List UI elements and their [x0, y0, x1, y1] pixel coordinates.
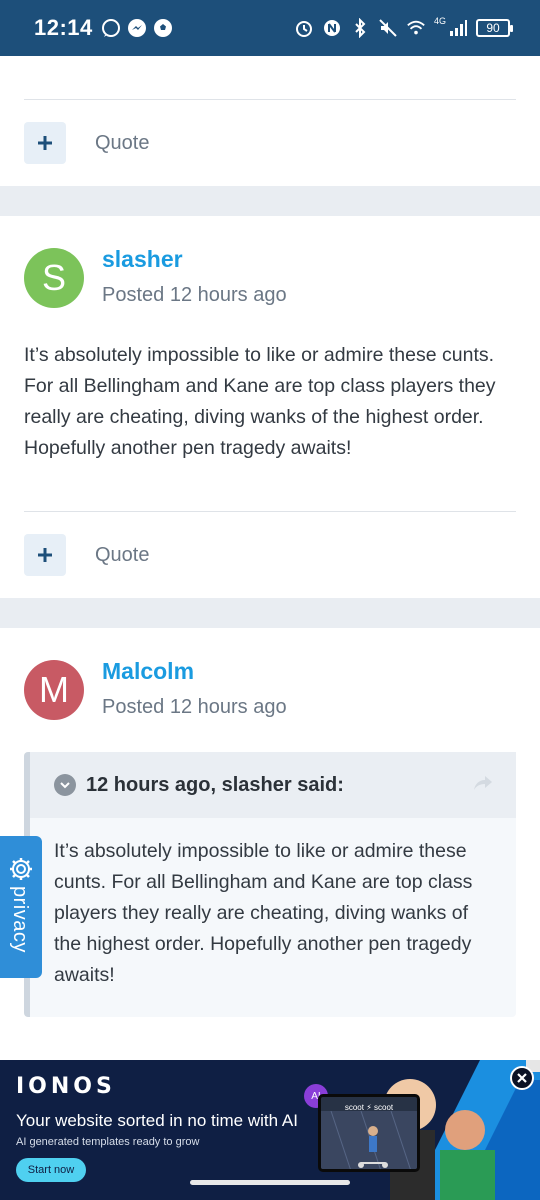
alarm-icon — [294, 18, 314, 38]
status-bar: 12:14 4G 90 — [0, 0, 540, 56]
privacy-label: privacy — [9, 886, 31, 953]
avatar[interactable]: M — [24, 660, 84, 720]
author-name[interactable]: slasher — [102, 246, 183, 273]
ad-headline: Your website sorted in no time with AI — [16, 1111, 298, 1130]
divider — [24, 511, 516, 512]
signal-icon — [448, 18, 468, 38]
ad-banner[interactable]: IONOS Your website sorted in no time wit… — [0, 1060, 540, 1200]
ad-subline: AI generated templates ready to grow — [16, 1136, 200, 1148]
wifi-icon — [406, 18, 426, 38]
post-timestamp[interactable]: Posted 12 hours ago — [102, 284, 287, 307]
privacy-settings-tab[interactable]: privacy — [0, 836, 42, 978]
network-type: 4G — [433, 16, 446, 26]
quoted-post: 12 hours ago, slasher said: It’s absolut… — [24, 752, 516, 1017]
avatar[interactable]: S — [24, 248, 84, 308]
plus-icon — [38, 548, 52, 562]
home-indicator[interactable] — [190, 1180, 350, 1185]
chevron-down-icon[interactable] — [54, 774, 76, 796]
ad-screen-preview: scoot ⚡ scoot — [318, 1094, 420, 1172]
plus-icon — [38, 136, 52, 150]
football-icon — [153, 18, 173, 38]
quote-citation: 12 hours ago, slasher said: — [86, 773, 344, 796]
status-time: 12:14 — [34, 15, 93, 40]
multiquote-button[interactable] — [24, 122, 66, 164]
mute-icon — [378, 18, 398, 38]
nfc-icon — [322, 18, 342, 38]
post-timestamp[interactable]: Posted 12 hours ago — [102, 696, 287, 719]
post-card-malcolm: M Malcolm Posted 12 hours ago 12 hours a… — [0, 628, 540, 1060]
whatsapp-icon — [101, 18, 121, 38]
go-to-post-icon[interactable] — [472, 774, 494, 797]
ad-start-now-button[interactable]: Start now — [16, 1158, 86, 1182]
close-icon[interactable] — [510, 1066, 534, 1090]
gear-icon — [8, 856, 34, 887]
quote-link[interactable]: Quote — [95, 544, 149, 567]
divider — [24, 99, 516, 100]
post-card-slasher: S slasher Posted 12 hours ago It’s absol… — [0, 216, 540, 598]
bluetooth-icon — [350, 18, 370, 38]
scooter-illustration — [321, 1111, 417, 1169]
messenger-icon — [127, 18, 147, 38]
quote-link[interactable]: Quote — [95, 132, 149, 155]
ad-brand-logo: IONOS — [16, 1074, 116, 1099]
battery-icon: 90 — [476, 19, 513, 37]
multiquote-button[interactable] — [24, 534, 66, 576]
notification-icons — [101, 18, 173, 38]
quote-body: It’s absolutely impossible to like or ad… — [54, 840, 473, 986]
quote-header[interactable]: 12 hours ago, slasher said: — [30, 752, 516, 818]
author-name[interactable]: Malcolm — [102, 658, 194, 685]
post-card-previous: Quote — [0, 56, 540, 186]
post-body: It’s absolutely impossible to like or ad… — [24, 344, 496, 459]
